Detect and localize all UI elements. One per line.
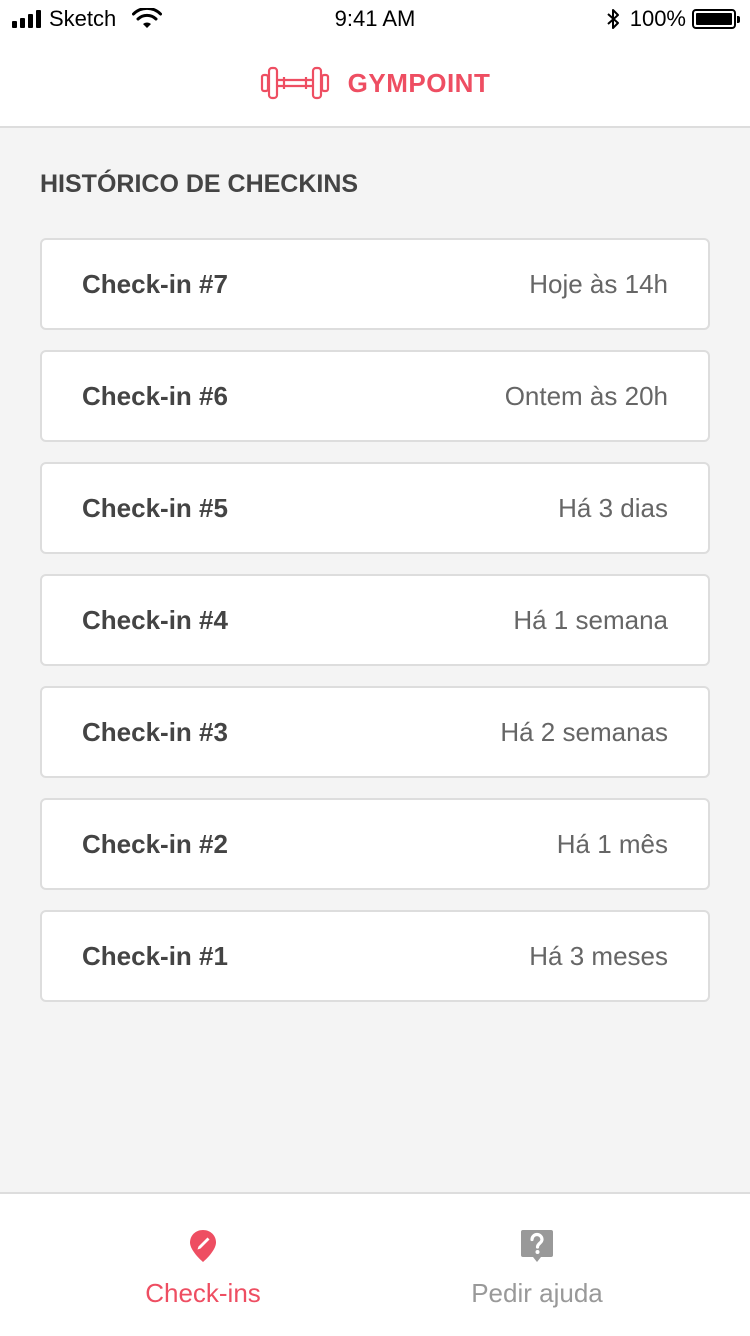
- checkin-title: Check-in #3: [82, 716, 228, 747]
- checkin-title: Check-in #4: [82, 604, 228, 635]
- tab-help[interactable]: Pedir ajuda: [362, 1194, 712, 1336]
- checkin-time: Há 1 semana: [513, 604, 668, 635]
- checkin-time: Há 3 meses: [529, 940, 668, 971]
- checkin-item[interactable]: Check-in #7 Hoje às 14h: [40, 238, 710, 330]
- checkin-title: Check-in #5: [82, 492, 228, 523]
- app-header: GYMPOINT: [0, 40, 750, 128]
- dumbbell-icon: [260, 66, 329, 100]
- battery-icon: [692, 9, 740, 29]
- brand-name: GYMPOINT: [347, 67, 491, 98]
- checkin-item[interactable]: Check-in #5 Há 3 dias: [40, 462, 710, 554]
- checkin-title: Check-in #6: [82, 380, 228, 411]
- tab-checkins-label: Check-ins: [145, 1278, 261, 1308]
- checkin-time: Hoje às 14h: [529, 268, 668, 299]
- checkin-list: Check-in #7 Hoje às 14h Check-in #6 Onte…: [40, 238, 710, 1022]
- page-title: HISTÓRICO DE CHECKINS: [40, 170, 359, 198]
- checkin-item[interactable]: Check-in #4 Há 1 semana: [40, 574, 710, 666]
- battery-percent: 100%: [629, 6, 686, 31]
- checkin-item[interactable]: Check-in #1 Há 3 meses: [40, 910, 710, 1002]
- status-bar: Sketch 9:41 AM 100%: [0, 0, 750, 40]
- checkin-time: Há 2 semanas: [500, 716, 668, 747]
- checkin-title: Check-in #2: [82, 828, 228, 859]
- checkin-item[interactable]: Check-in #2 Há 1 mês: [40, 798, 710, 890]
- checkin-time: Há 1 mês: [556, 828, 668, 859]
- help-bubble-icon: [521, 1230, 553, 1262]
- status-right: 100%: [606, 6, 740, 32]
- tab-help-label: Pedir ajuda: [471, 1278, 603, 1308]
- checkin-item[interactable]: Check-in #3 Há 2 semanas: [40, 686, 710, 778]
- tab-checkins[interactable]: Check-ins: [28, 1194, 378, 1336]
- checkin-title: Check-in #7: [82, 268, 228, 299]
- bottom-tab-bar: Check-ins Pedir ajuda: [0, 1192, 750, 1336]
- checkin-item[interactable]: Check-in #6 Ontem às 20h: [40, 350, 710, 442]
- location-pin-icon: [190, 1230, 216, 1262]
- bluetooth-icon: [607, 9, 619, 29]
- checkin-time: Ontem às 20h: [504, 380, 668, 411]
- checkin-time: Há 3 dias: [558, 492, 668, 523]
- checkin-title: Check-in #1: [82, 940, 228, 971]
